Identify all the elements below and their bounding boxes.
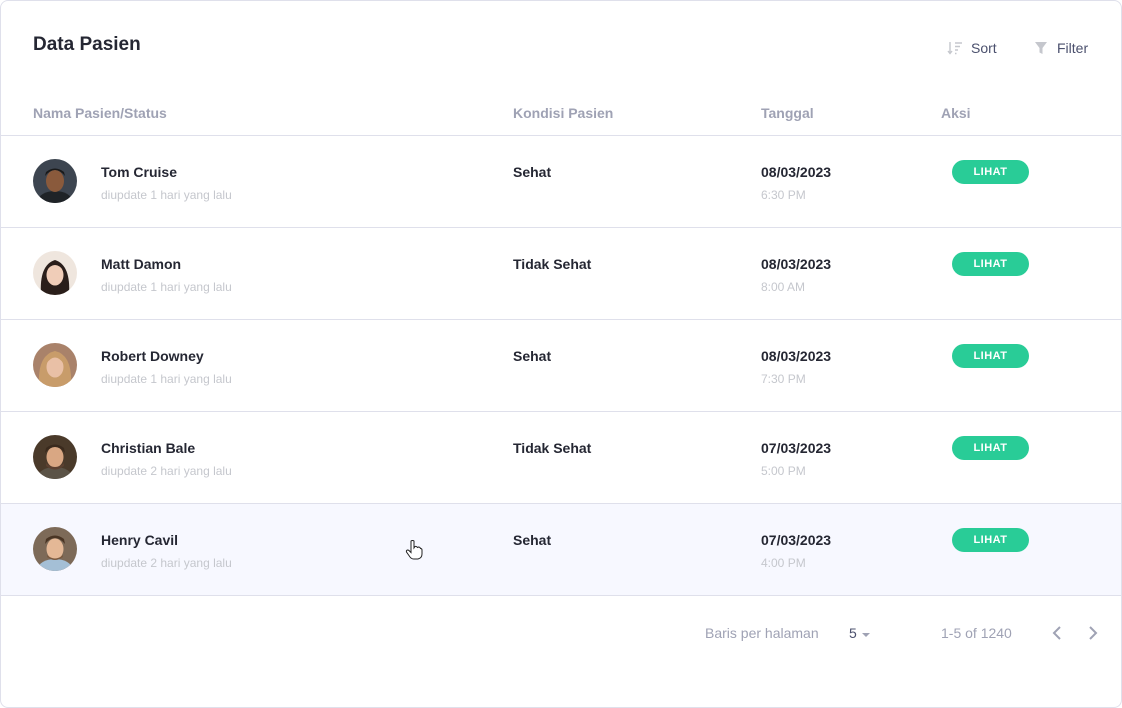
filter-icon bbox=[1033, 40, 1049, 56]
column-header-action: Aksi bbox=[941, 105, 971, 121]
column-header-date: Tanggal bbox=[761, 105, 814, 121]
patient-updated: diupdate 1 hari yang lalu bbox=[101, 188, 232, 202]
avatar bbox=[33, 527, 77, 571]
column-header-condition: Kondisi Pasien bbox=[513, 105, 614, 121]
patient-name: Matt Damon bbox=[101, 256, 182, 272]
table-header: Nama Pasien/Status Kondisi Pasien Tangga… bbox=[1, 105, 1121, 136]
rows-per-page-select[interactable]: 5 bbox=[849, 625, 870, 641]
caret-down-icon bbox=[861, 625, 870, 641]
rows-per-page-label: Baris per halaman bbox=[705, 625, 819, 641]
table-row[interactable]: Tom Cruise diupdate 1 hari yang lalu Seh… bbox=[1, 136, 1121, 228]
page-title: Data Pasien bbox=[33, 34, 141, 55]
sort-button[interactable]: Sort bbox=[947, 39, 997, 57]
patient-updated: diupdate 1 hari yang lalu bbox=[101, 280, 232, 294]
sort-icon bbox=[947, 40, 963, 56]
rows-per-page-value: 5 bbox=[849, 625, 857, 641]
view-button[interactable]: LIHAT bbox=[952, 344, 1029, 368]
patient-name: Robert Downey bbox=[101, 348, 204, 364]
patient-date: 08/03/2023 bbox=[761, 164, 832, 180]
sort-label: Sort bbox=[971, 40, 997, 56]
table-row[interactable]: Robert Downey diupdate 1 hari yang lalu … bbox=[1, 320, 1121, 412]
patient-name: Christian Bale bbox=[101, 440, 196, 456]
patient-data-card: Data Pasien Sort Filter Nama Pasien/Stat… bbox=[0, 0, 1122, 708]
patient-time: 7:30 PM bbox=[761, 372, 806, 386]
patient-updated: diupdate 2 hari yang lalu bbox=[101, 464, 232, 478]
pointer-cursor-icon bbox=[405, 540, 423, 565]
table-row[interactable]: Henry Cavil diupdate 2 hari yang lalu Se… bbox=[1, 504, 1121, 596]
patient-condition: Sehat bbox=[513, 348, 552, 364]
patient-date: 08/03/2023 bbox=[761, 348, 832, 364]
view-button[interactable]: LIHAT bbox=[952, 160, 1029, 184]
column-header-name: Nama Pasien/Status bbox=[33, 105, 167, 121]
chevron-right-icon[interactable] bbox=[1083, 623, 1103, 643]
patient-condition: Sehat bbox=[513, 532, 552, 548]
avatar bbox=[33, 343, 77, 387]
patient-condition: Tidak Sehat bbox=[513, 440, 592, 456]
patient-date: 08/03/2023 bbox=[761, 256, 832, 272]
view-button[interactable]: LIHAT bbox=[952, 528, 1029, 552]
patient-time: 5:00 PM bbox=[761, 464, 806, 478]
pagination-range: 1-5 of 1240 bbox=[941, 625, 1012, 641]
table-row[interactable]: Christian Bale diupdate 2 hari yang lalu… bbox=[1, 412, 1121, 504]
table-row[interactable]: Matt Damon diupdate 1 hari yang lalu Tid… bbox=[1, 228, 1121, 320]
patient-condition: Sehat bbox=[513, 164, 552, 180]
patient-date: 07/03/2023 bbox=[761, 532, 832, 548]
patient-updated: diupdate 2 hari yang lalu bbox=[101, 556, 232, 570]
patient-name: Tom Cruise bbox=[101, 164, 177, 180]
view-button[interactable]: LIHAT bbox=[952, 252, 1029, 276]
pagination-footer: Baris per halaman 5 1-5 of 1240 bbox=[1, 597, 1121, 667]
avatar bbox=[33, 159, 77, 203]
patient-date: 07/03/2023 bbox=[761, 440, 832, 456]
view-button[interactable]: LIHAT bbox=[952, 436, 1029, 460]
patient-condition: Tidak Sehat bbox=[513, 256, 592, 272]
filter-button[interactable]: Filter bbox=[1033, 39, 1088, 57]
patient-time: 4:00 PM bbox=[761, 556, 806, 570]
patient-name: Henry Cavil bbox=[101, 532, 179, 548]
avatar bbox=[33, 435, 77, 479]
chevron-left-icon[interactable] bbox=[1047, 623, 1067, 643]
patient-updated: diupdate 1 hari yang lalu bbox=[101, 372, 232, 386]
patient-time: 6:30 PM bbox=[761, 188, 806, 202]
patient-time: 8:00 AM bbox=[761, 280, 806, 294]
filter-label: Filter bbox=[1057, 40, 1089, 56]
avatar bbox=[33, 251, 77, 295]
